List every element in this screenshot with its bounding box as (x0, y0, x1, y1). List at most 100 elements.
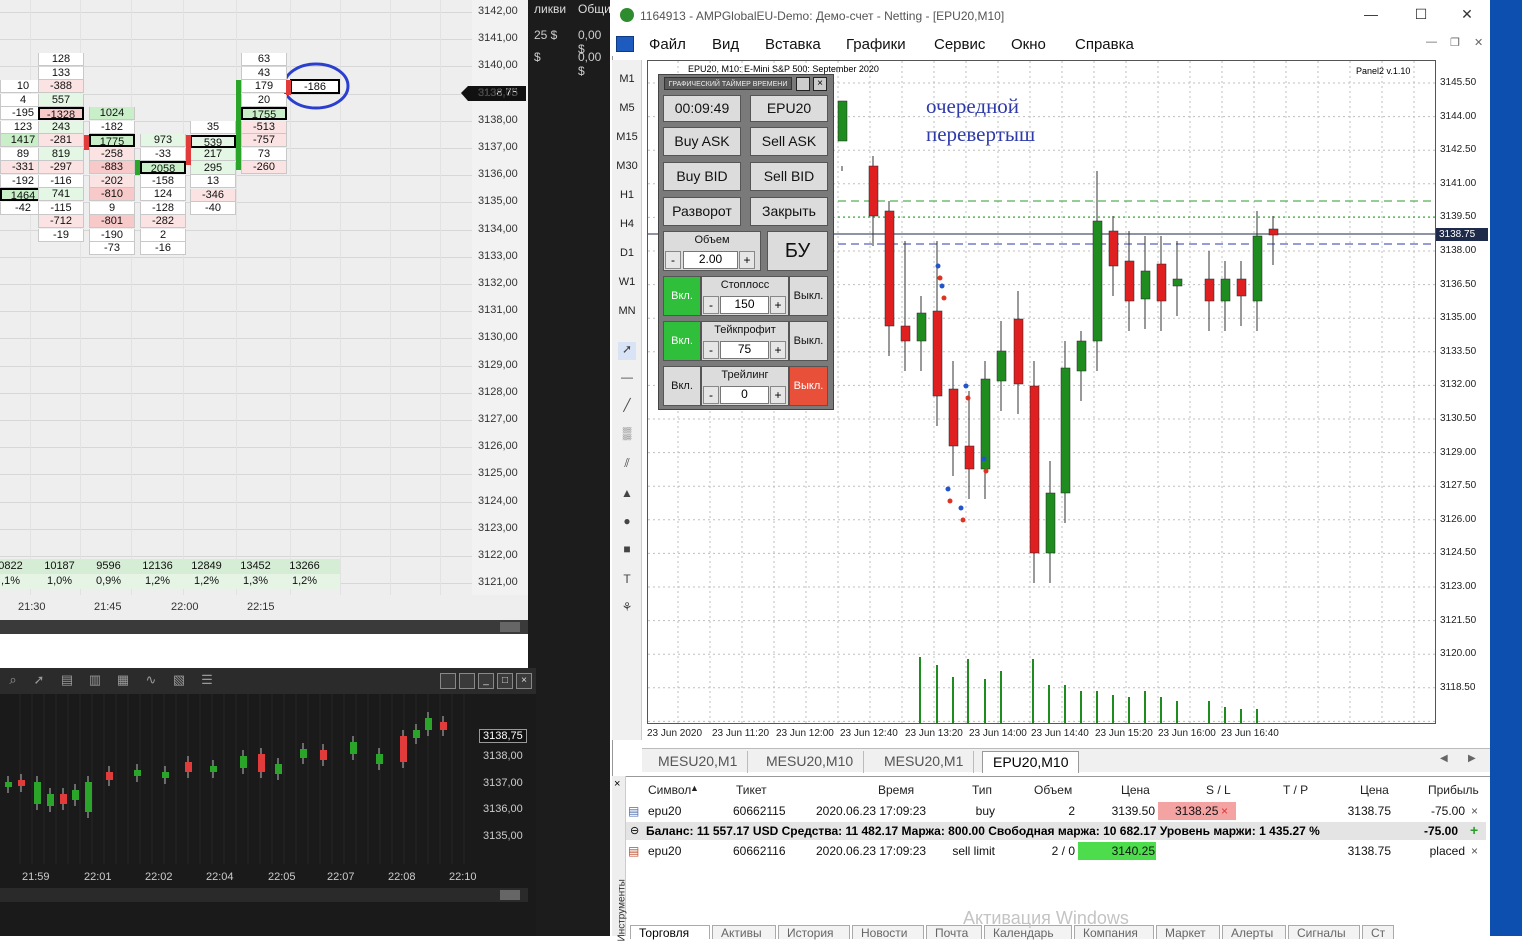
toolbox-tab[interactable]: История (778, 925, 850, 940)
tab-mesu20-m1-2[interactable]: MESU20,M1 (874, 751, 975, 773)
triangle-icon[interactable]: ▲ (618, 486, 636, 504)
cursor-icon[interactable]: ➚ (30, 672, 48, 690)
trailing-minus-button[interactable]: - (703, 386, 719, 404)
footprint-scrollbar[interactable] (0, 620, 528, 634)
column-header[interactable]: Прибыль (1428, 783, 1479, 797)
fibo-fan-icon[interactable]: ⫽ (618, 456, 636, 474)
menu-insert[interactable]: Вставка (765, 36, 821, 53)
toolbox-side-bar[interactable]: × Инструменты (612, 776, 628, 942)
panel-minimize-icon[interactable] (796, 77, 810, 91)
trailing-input[interactable]: 0 (720, 386, 769, 404)
tab-mesu20-m1[interactable]: MESU20,M1 (648, 751, 749, 773)
shapes-icon[interactable]: ⚘ (618, 600, 636, 618)
timeframe-h4[interactable]: H4 (612, 218, 642, 230)
stoploss-minus-button[interactable]: - (703, 296, 719, 314)
tick-scrollbar[interactable] (0, 888, 528, 902)
collapse-icon[interactable]: ⊖ (630, 824, 639, 837)
buy-ask-button[interactable]: Buy ASK (663, 127, 741, 156)
sort-arrow-icon[interactable]: ▲ (690, 783, 699, 793)
timeframe-mn[interactable]: MN (612, 305, 642, 317)
rectangle-icon[interactable]: ■ (618, 542, 636, 560)
trailing-plus-button[interactable]: + (770, 386, 786, 404)
timeframe-w1[interactable]: W1 (612, 276, 642, 288)
column-header[interactable]: Тип (972, 783, 992, 797)
sell-ask-button[interactable]: Sell ASK (750, 127, 828, 156)
scroll-thumb[interactable] (500, 890, 520, 900)
profile-icon[interactable]: ▥ (86, 672, 104, 690)
indicator-icon[interactable]: ∿ (142, 672, 160, 690)
menu-tools[interactable]: Сервис (934, 36, 985, 53)
breakeven-button[interactable]: БУ (767, 231, 828, 271)
timeframe-m30[interactable]: M30 (612, 160, 642, 172)
trendline-icon[interactable]: ╱ (618, 398, 636, 416)
title-bar[interactable]: 1164913 - AMPGlobalEU-Demo: Демо-счет - … (612, 0, 1490, 32)
remove-sl-icon[interactable]: × (1221, 804, 1228, 818)
volume-minus-button[interactable]: - (665, 251, 681, 269)
horizontal-line-icon[interactable]: — (618, 370, 636, 388)
column-header[interactable]: Время (878, 783, 914, 797)
scroll-thumb[interactable] (500, 622, 520, 632)
document-icon[interactable]: ▤ (58, 672, 76, 690)
timeframe-d1[interactable]: D1 (612, 247, 642, 259)
template-icon[interactable]: ▧ (170, 672, 188, 690)
volume-plus-button[interactable]: + (739, 251, 755, 269)
timeframe-m1[interactable]: M1 (612, 73, 642, 85)
stoploss-plus-button[interactable]: + (770, 296, 786, 314)
tab-scroll-right-icon[interactable]: ▶ (1468, 753, 1476, 764)
takeprofit-off-button[interactable]: Выкл. (789, 321, 828, 361)
menu-help[interactable]: Справка (1075, 36, 1134, 53)
reverse-button[interactable]: Разворот (663, 197, 741, 226)
close-position-icon[interactable]: × (1471, 804, 1478, 818)
stoploss-on-button[interactable]: Вкл. (663, 276, 701, 316)
timeframe-m15[interactable]: M15 (612, 131, 642, 143)
menu-view[interactable]: Вид (712, 36, 739, 53)
fibo-channel-icon[interactable]: ▒ (618, 426, 636, 444)
toolbox-tab[interactable]: Ст (1362, 925, 1394, 940)
close-icon[interactable]: ✕ (1452, 6, 1482, 26)
maximize-icon[interactable]: ☐ (1406, 6, 1436, 26)
child-close-icon[interactable]: ✕ (1474, 36, 1483, 49)
minimize-icon[interactable]: — (1356, 6, 1386, 26)
column-header[interactable]: Символ (648, 783, 691, 797)
close-icon[interactable]: × (516, 673, 532, 689)
panel-close-icon[interactable]: × (813, 77, 827, 91)
text-icon[interactable]: T (618, 572, 636, 590)
tab-mesu20-m10[interactable]: MESU20,M10 (756, 751, 865, 773)
maximize-icon[interactable]: □ (497, 673, 513, 689)
child-minimize-icon[interactable]: — (1426, 36, 1437, 48)
timeframe-h1[interactable]: H1 (612, 189, 642, 201)
takeprofit-on-button[interactable]: Вкл. (663, 321, 701, 361)
stoploss-off-button[interactable]: Выкл. (789, 276, 828, 316)
column-header[interactable]: Цена (1121, 783, 1150, 797)
menu-charts[interactable]: Графики (846, 36, 906, 53)
toolbox-tab[interactable]: Маркет (1156, 925, 1220, 940)
column-header[interactable]: Объем (1034, 783, 1072, 797)
tab-scroll-left-icon[interactable]: ◀ (1440, 753, 1448, 764)
column-header[interactable]: Цена (1360, 783, 1389, 797)
list-icon[interactable]: ☰ (198, 672, 216, 690)
trailing-off-button[interactable]: Выкл. (789, 366, 828, 406)
menu-file[interactable]: Файл (649, 36, 686, 53)
buy-bid-button[interactable]: Buy BID (663, 162, 741, 191)
chart-icon[interactable] (616, 36, 634, 52)
trailing-on-button[interactable]: Вкл. (663, 366, 701, 406)
volume-input[interactable]: 2.00 (683, 251, 738, 269)
window-tile-icon[interactable] (440, 673, 456, 689)
tick-candles[interactable] (0, 694, 475, 864)
toolbox-tab[interactable]: Активы (712, 925, 776, 940)
toolbox-tab[interactable]: Новости (852, 925, 924, 940)
takeprofit-input[interactable]: 75 (720, 341, 769, 359)
child-restore-icon[interactable]: ❐ (1450, 36, 1460, 49)
cluster-icon[interactable]: ▦ (114, 672, 132, 690)
tab-epu20-m10[interactable]: EPU20,M10 (982, 751, 1080, 773)
symbol-button[interactable]: EPU20 (750, 95, 828, 122)
minimize-icon[interactable]: _ (478, 673, 494, 689)
menu-window[interactable]: Окно (1011, 36, 1046, 53)
sell-bid-button[interactable]: Sell BID (750, 162, 828, 191)
cursor-tool-icon[interactable]: ➚ (618, 342, 636, 360)
toolbox-tab[interactable]: Сигналы (1288, 925, 1360, 940)
column-header[interactable]: T / P (1283, 783, 1308, 797)
window-tile2-icon[interactable] (459, 673, 475, 689)
ellipse-icon[interactable]: ● (618, 514, 636, 532)
column-header[interactable]: S / L (1206, 783, 1231, 797)
